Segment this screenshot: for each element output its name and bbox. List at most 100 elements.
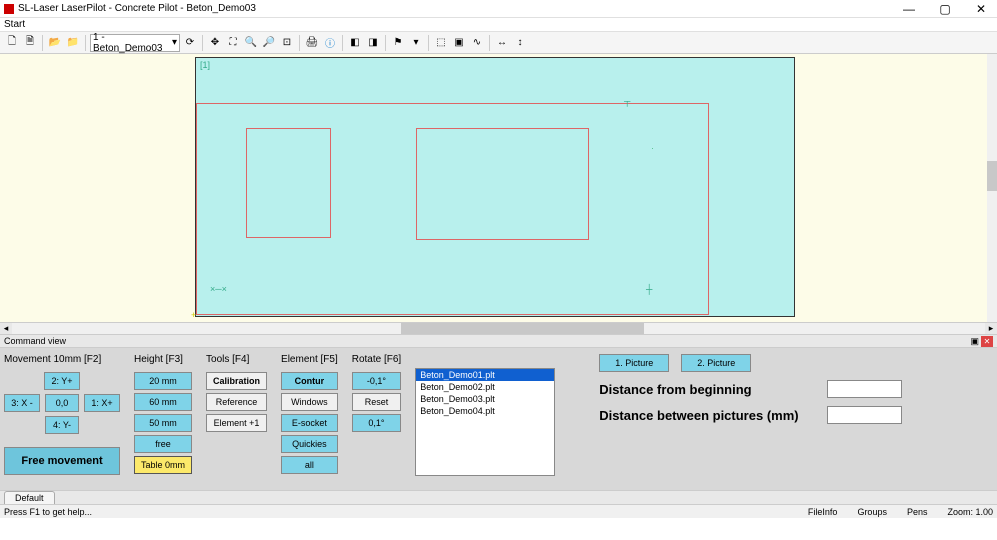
vertical-scrollbar[interactable]: [987, 54, 997, 322]
zoom-in-icon[interactable]: 🔍: [243, 35, 259, 51]
move-icon[interactable]: ✥: [207, 35, 223, 51]
dot-marker: ·: [651, 143, 654, 153]
file-list-group: Beton_Demo01.plt Beton_Demo02.plt Beton_…: [415, 368, 555, 484]
align-left-icon[interactable]: ◧: [347, 35, 363, 51]
crop-icon[interactable]: ▣: [451, 35, 467, 51]
zoom-fit-icon[interactable]: ⛶: [225, 35, 241, 51]
list-item[interactable]: Beton_Demo02.plt: [416, 381, 554, 393]
y-plus-button[interactable]: 2: Y+: [44, 372, 79, 390]
new-doc-icon[interactable]: 🗎: [22, 35, 38, 51]
scroll-left-arrow[interactable]: ◂: [0, 323, 12, 334]
scroll-right-arrow[interactable]: ▸: [985, 323, 997, 334]
window-title: SL-Laser LaserPilot - Concrete Pilot - B…: [18, 3, 897, 14]
tab-bar: Default: [0, 490, 997, 504]
shape-rect-2[interactable]: [416, 128, 589, 240]
measure-h-icon[interactable]: ↔: [494, 35, 510, 51]
list-item[interactable]: Beton_Demo01.plt: [416, 369, 554, 381]
pin-icon[interactable]: ▣: [970, 336, 979, 347]
close-button[interactable]: ✕: [969, 2, 993, 16]
select-icon[interactable]: ⬚: [433, 35, 449, 51]
new-file-icon[interactable]: 🗋: [4, 35, 20, 51]
distance-begin-input[interactable]: [827, 380, 902, 398]
h-scroll-thumb[interactable]: [401, 323, 644, 334]
element-plus-button[interactable]: Element +1: [206, 414, 267, 432]
file-dropdown[interactable]: 1 - Beton_Demo03 ▾: [90, 34, 180, 52]
center-button[interactable]: 0,0: [45, 394, 79, 412]
print-icon[interactable]: 🖨: [304, 35, 320, 51]
canvas[interactable]: [1] ┬ ×─× ┼ + ·: [0, 54, 997, 322]
minimize-button[interactable]: —: [897, 2, 921, 16]
esocket-button[interactable]: E-socket: [281, 414, 338, 432]
menu-start[interactable]: Start: [4, 19, 25, 30]
marker-right: ┼: [646, 284, 652, 294]
folder-icon[interactable]: 📁: [65, 35, 81, 51]
flag-icon[interactable]: ⚑: [390, 35, 406, 51]
x-plus-button[interactable]: 1: X+: [84, 394, 119, 412]
height-50-button[interactable]: 50 mm: [134, 414, 192, 432]
distance-begin-label: Distance from beginning: [599, 382, 819, 397]
rotate-plus-button[interactable]: 0,1°: [352, 414, 401, 432]
element-title: Element [F5]: [281, 354, 338, 365]
file-dropdown-label: 1 - Beton_Demo03: [93, 32, 172, 54]
status-bar: Press F1 to get help... FileInfo Groups …: [0, 504, 997, 518]
y-minus-button[interactable]: 4: Y-: [45, 416, 79, 434]
file-listbox[interactable]: Beton_Demo01.plt Beton_Demo02.plt Beton_…: [415, 368, 555, 476]
right-controls: 1. Picture 2. Picture Distance from begi…: [599, 354, 902, 484]
refresh-icon[interactable]: ⟳: [182, 35, 198, 51]
rotate-title: Rotate [F6]: [352, 354, 401, 365]
picture-1-button[interactable]: 1. Picture: [599, 354, 669, 372]
distance-between-input[interactable]: [827, 406, 902, 424]
all-button[interactable]: all: [281, 456, 338, 474]
tools-group: Tools [F4] Calibration Reference Element…: [206, 354, 267, 484]
curve-icon[interactable]: ∿: [469, 35, 485, 51]
window-buttons: — ▢ ✕: [897, 2, 993, 16]
v-scroll-thumb[interactable]: [987, 161, 997, 191]
marker-top: ┬: [624, 96, 630, 106]
shape-rect-1[interactable]: [246, 128, 331, 238]
table-0-button[interactable]: Table 0mm: [134, 456, 192, 474]
measure-v-icon[interactable]: ↕: [512, 35, 528, 51]
free-movement-button[interactable]: Free movement: [4, 447, 120, 475]
horizontal-scrollbar[interactable]: ◂ ▸: [0, 322, 997, 334]
height-60-button[interactable]: 60 mm: [134, 393, 192, 411]
calibration-button[interactable]: Calibration: [206, 372, 267, 390]
info-icon[interactable]: ⓘ: [322, 35, 338, 51]
list-item[interactable]: Beton_Demo03.plt: [416, 393, 554, 405]
zoom-out-icon[interactable]: 🔎: [261, 35, 277, 51]
movement-group: Movement 10mm [F2] 2: Y+ 3: X - 0,0 1: X…: [4, 354, 120, 484]
chevron-down-icon[interactable]: ▾: [408, 35, 424, 51]
height-20-button[interactable]: 20 mm: [134, 372, 192, 390]
reference-button[interactable]: Reference: [206, 393, 267, 411]
height-free-button[interactable]: free: [134, 435, 192, 453]
contur-button[interactable]: Contur: [281, 372, 338, 390]
scroll-track[interactable]: [12, 323, 985, 334]
rotate-group: Rotate [F6] -0,1° Reset 0,1°: [352, 354, 401, 484]
status-help: Press F1 to get help...: [4, 507, 92, 517]
zoom-window-icon[interactable]: ⊡: [279, 35, 295, 51]
open-icon[interactable]: 📂: [47, 35, 63, 51]
maximize-button[interactable]: ▢: [933, 2, 957, 16]
status-zoom: Zoom: 1.00: [947, 507, 993, 517]
toolbar: 🗋 🗎 📂 📁 1 - Beton_Demo03 ▾ ⟳ ✥ ⛶ 🔍 🔎 ⊡ 🖨…: [0, 32, 997, 54]
rotate-reset-button[interactable]: Reset: [352, 393, 401, 411]
panel-close-icon[interactable]: ✕: [981, 336, 993, 347]
picture-2-button[interactable]: 2. Picture: [681, 354, 751, 372]
distance-between-label: Distance between pictures (mm): [599, 408, 819, 423]
command-view-title: Command view: [4, 336, 66, 346]
quickies-button[interactable]: Quickies: [281, 435, 338, 453]
view-id-label: [1]: [200, 60, 210, 70]
rotate-minus-button[interactable]: -0,1°: [352, 372, 401, 390]
app-icon: [4, 4, 14, 14]
menu-bar: Start: [0, 18, 997, 32]
tools-title: Tools [F4]: [206, 354, 267, 365]
x-minus-button[interactable]: 3: X -: [4, 394, 40, 412]
height-group: Height [F3] 20 mm 60 mm 50 mm free Table…: [134, 354, 192, 484]
tab-default[interactable]: Default: [4, 491, 55, 504]
list-item[interactable]: Beton_Demo04.plt: [416, 405, 554, 417]
windows-button[interactable]: Windows: [281, 393, 338, 411]
marker-left: ×─×: [210, 284, 227, 294]
drawing-viewport[interactable]: [1] ┬ ×─× ┼ + ·: [195, 57, 795, 317]
align-right-icon[interactable]: ◨: [365, 35, 381, 51]
status-fileinfo: FileInfo: [808, 507, 838, 517]
movement-title: Movement 10mm [F2]: [4, 354, 120, 365]
